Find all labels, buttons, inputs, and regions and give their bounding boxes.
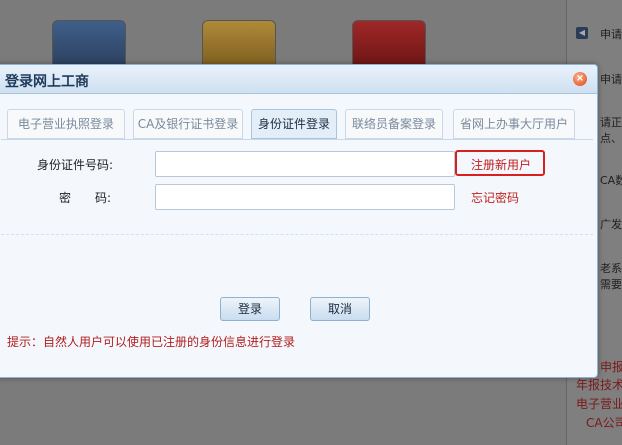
tab-liaison[interactable]: 联络员备案登录 <box>345 109 443 139</box>
login-hint: 提示：自然人用户可以使用已注册的身份信息进行登录 <box>7 335 296 349</box>
form-separator <box>1 234 593 235</box>
close-icon[interactable]: × <box>573 72 587 86</box>
bg-bottom-text-2: 年报技术 <box>576 378 622 392</box>
app-icon-2 <box>202 20 276 70</box>
bg-sidebar-text-6: 老系 需要 <box>600 262 622 291</box>
dialog-header: 登录网上工商 × <box>0 65 597 94</box>
tab-business-license[interactable]: 电子营业执照登录 <box>7 109 125 139</box>
bg-bottom-text-4: CA公司 <box>586 416 622 430</box>
id-row: 身份证件号码: 注册新用户 <box>0 150 597 177</box>
app-icon-3 <box>352 20 426 70</box>
bg-sidebar-text-3: 请正 点、 <box>600 116 622 145</box>
tab-ca-certificate[interactable]: CA及银行证书登录 <box>133 109 243 139</box>
login-dialog: 登录网上工商 × 电子营业执照登录 CA及银行证书登录 身份证件登录 联络员备案… <box>0 64 598 378</box>
tab-divider <box>1 139 593 140</box>
password-row: 密 码: 忘记密码 <box>0 184 597 210</box>
tab-provincial-hall[interactable]: 省网上办事大厅用户 <box>453 109 575 139</box>
bg-sidebar-text-2: 申请 <box>600 73 622 86</box>
bg-bottom-text-3: 电子营业 <box>576 397 622 411</box>
tab-id-card[interactable]: 身份证件登录 <box>251 109 337 139</box>
login-button[interactable]: 登录 <box>220 297 280 321</box>
cancel-button[interactable]: 取消 <box>310 297 370 321</box>
bg-sidebar-text-1: 申请 <box>600 28 622 41</box>
bg-bottom-text-1: 申报 <box>600 360 622 374</box>
bg-sidebar-text-4: CA数 <box>600 174 622 187</box>
app-icon-1 <box>52 20 126 70</box>
arrow-left-icon: ◀ <box>576 27 588 39</box>
register-link[interactable]: 注册新用户 <box>471 156 531 173</box>
id-label: 身份证件号码: <box>37 158 114 172</box>
id-number-input[interactable] <box>155 151 455 177</box>
forgot-password-link[interactable]: 忘记密码 <box>471 189 519 206</box>
bg-sidebar-text-5: 广发 <box>600 218 622 231</box>
dialog-title: 登录网上工商 <box>5 74 89 90</box>
password-input[interactable] <box>155 184 455 210</box>
password-label: 密 码: <box>58 191 111 205</box>
